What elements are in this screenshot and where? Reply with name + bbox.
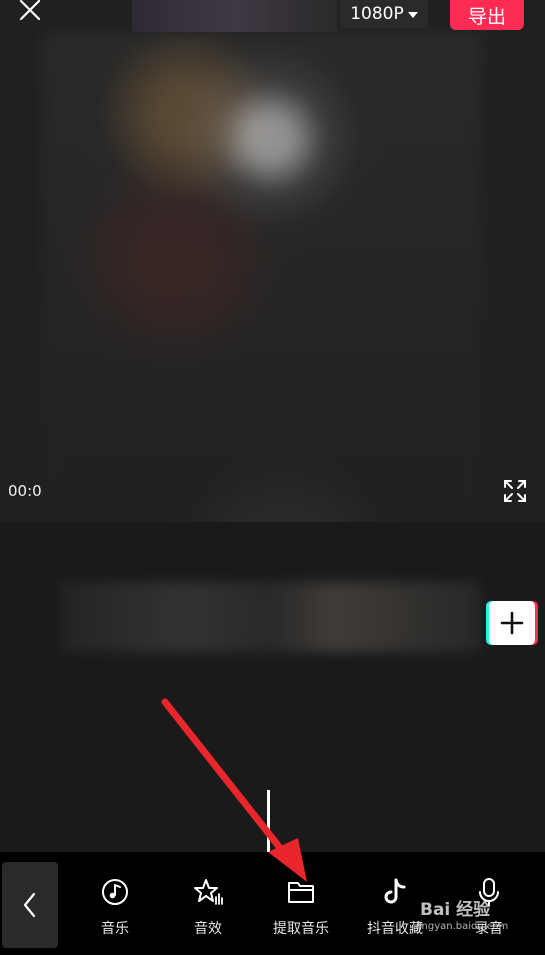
- tiktok-icon: [379, 876, 411, 908]
- tool-music[interactable]: 音乐: [70, 876, 160, 946]
- tool-label: 音效: [194, 921, 222, 937]
- resolution-label: 1080P: [350, 4, 404, 24]
- fullscreen-button[interactable]: [502, 478, 528, 504]
- close-button[interactable]: [14, 0, 46, 26]
- fullscreen-icon: [504, 480, 526, 502]
- chevron-left-icon: [23, 892, 36, 918]
- tool-sound-effects[interactable]: 音效: [163, 876, 253, 946]
- tool-label: 抖音收藏: [367, 921, 423, 937]
- video-clip-track[interactable]: [60, 582, 480, 652]
- watermark-url: jingyan.baidu.com: [416, 921, 509, 932]
- folder-icon: [285, 876, 317, 908]
- music-note-icon: [99, 876, 131, 908]
- resolution-selector[interactable]: 1080P: [340, 0, 428, 28]
- timecode: 00:0: [8, 482, 42, 500]
- add-clip-button[interactable]: [489, 601, 535, 645]
- plus-icon: [500, 611, 524, 635]
- watermark-logo: Bai 经验: [420, 900, 491, 920]
- export-button[interactable]: 导出: [450, 0, 524, 30]
- back-button[interactable]: [2, 862, 58, 948]
- export-label: 导出: [467, 5, 506, 28]
- close-icon: [19, 0, 41, 21]
- sound-effect-star-icon: [192, 876, 224, 908]
- caret-down-icon: [407, 12, 418, 18]
- timeline-area[interactable]: [0, 522, 545, 852]
- tool-label: 音乐: [101, 921, 129, 937]
- video-preview: [0, 0, 545, 792]
- tool-extract-music[interactable]: 提取音乐: [256, 876, 346, 946]
- tool-label: 提取音乐: [273, 921, 329, 937]
- top-video-strip: [132, 0, 337, 32]
- playhead[interactable]: [267, 790, 270, 852]
